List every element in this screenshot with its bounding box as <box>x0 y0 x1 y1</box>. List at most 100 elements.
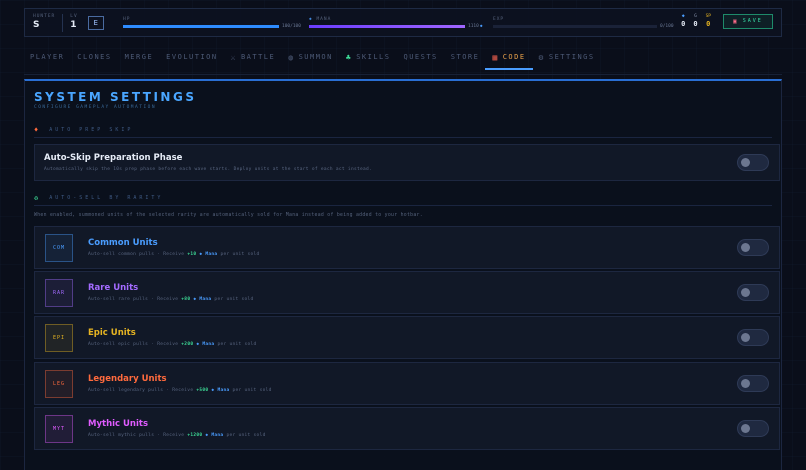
unit-desc: Auto-sell mythic pulls · Receive +1200 ◆… <box>88 433 266 438</box>
rarity-badge: EPI <box>45 324 73 352</box>
tab-label: PLAYER <box>30 53 65 61</box>
unit-desc: Auto-sell common pulls · Receive +10 ◆ M… <box>88 252 260 257</box>
tab-merge[interactable]: MERGE <box>125 47 154 67</box>
autosell-note: When enabled, summoned units of the sele… <box>34 213 423 218</box>
main-nav: PLAYER CLONES MERGE EVOLUTION ⚔ BATTLE ◍ S… <box>30 46 608 70</box>
gold-label: G <box>694 14 697 19</box>
recycle-icon: ♻ <box>34 194 42 202</box>
page-title: SYSTEM SETTINGS <box>34 90 197 104</box>
prep-skip-desc: Automatically skip the 10s prep phase be… <box>44 167 373 172</box>
tab-clones[interactable]: CLONES <box>77 47 111 67</box>
tab-code[interactable]: ▦ CODE <box>485 47 533 70</box>
unit-title: Epic Units <box>88 328 136 338</box>
rare-units-toggle[interactable] <box>737 284 769 301</box>
exp-track <box>493 25 657 28</box>
section-prep-header: ♦ AUTO PREP SKIP <box>34 126 133 134</box>
flame-icon: ♦ <box>34 126 42 134</box>
unit-desc: Auto-sell rare pulls · Receive +80 ◆ Man… <box>88 297 254 302</box>
unit-card-rare: RAR Rare Units Auto-sell rare pulls · Re… <box>34 271 780 314</box>
level-value: 1 <box>70 20 77 30</box>
resource-gems: ◆ 0 <box>681 13 685 29</box>
gem-icon: ◆ <box>681 13 685 19</box>
gold-value: 0 <box>693 20 698 28</box>
tab-player[interactable]: PLAYER <box>30 47 64 67</box>
unit-title: Legendary Units <box>88 374 167 384</box>
tab-summon[interactable]: ◍ SUMMON <box>288 47 333 67</box>
hp-bar: HP 100/100 <box>123 17 301 29</box>
mana-text: 1110 <box>468 24 479 29</box>
exp-text: 0/100 <box>660 24 674 29</box>
resource-gold: G 0 <box>693 13 697 29</box>
save-icon: ▣ <box>733 17 739 25</box>
leaf-icon: ♣ <box>345 52 353 62</box>
epic-units-toggle[interactable] <box>737 329 769 346</box>
save-label: SAVE <box>742 18 763 24</box>
tab-label: MERGE <box>124 53 154 61</box>
mana-icon: ◈ <box>309 17 313 22</box>
rarity-badge: LEG <box>45 370 73 398</box>
tab-skills[interactable]: ♣ SKILLS <box>346 47 391 67</box>
hp-text: 100/100 <box>282 24 301 29</box>
page-subtitle: CONFIGURE GAMEPLAY AUTOMATION <box>34 105 157 110</box>
gift-icon: ▦ <box>492 52 499 62</box>
hud-resources: ◆ 0 G 0 SP 0 ▣ SAVE <box>677 13 773 29</box>
unit-desc: Auto-sell legendary pulls · Receive +500… <box>88 388 272 393</box>
prep-skip-title: Auto-Skip Preparation Phase <box>44 153 183 163</box>
hp-track <box>123 25 279 28</box>
tab-label: STORE <box>450 53 480 61</box>
legendary-units-toggle[interactable] <box>737 375 769 392</box>
mana-bar: ◈ MANA 1110 ◆ <box>309 17 483 29</box>
gem-value: 0 <box>681 20 686 28</box>
section-prep-label: AUTO PREP SKIP <box>49 127 134 133</box>
mythic-units-toggle[interactable] <box>737 420 769 437</box>
save-button[interactable]: ▣ SAVE <box>723 13 773 29</box>
unit-title: Mythic Units <box>88 419 149 429</box>
tab-label: SETTINGS <box>548 53 595 61</box>
tab-label: SKILLS <box>356 53 391 61</box>
hunter-rank-block: HUNTER S <box>33 14 55 31</box>
hud-separator <box>62 13 64 32</box>
nav-divider <box>24 74 782 75</box>
prep-skip-card: Auto-Skip Preparation Phase Automaticall… <box>34 144 780 181</box>
hunter-rank: S <box>33 20 40 30</box>
tab-settings[interactable]: ⚙ SETTINGS <box>539 47 595 67</box>
tab-label: BATTLE <box>240 53 276 61</box>
rank-badge: E <box>87 15 104 30</box>
unit-card-legendary: LEG Legendary Units Auto-sell legendary … <box>34 362 780 405</box>
mana-track <box>309 25 465 28</box>
section-divider <box>34 137 772 138</box>
tab-label: EVOLUTION <box>166 53 218 61</box>
unit-card-epic: EPI Epic Units Auto-sell epic pulls · Re… <box>34 316 780 359</box>
orb-icon: ◍ <box>288 52 295 62</box>
section-autosell-header: ♻ AUTO-SELL BY RARITY <box>34 194 163 202</box>
tab-store[interactable]: STORE <box>451 47 480 67</box>
mana-label: MANA <box>316 17 332 22</box>
unit-title: Rare Units <box>88 283 139 293</box>
exp-bar: EXP 0/100 <box>493 17 674 29</box>
mana-icon: ◆ <box>205 433 209 438</box>
hp-fill <box>123 25 279 28</box>
tab-battle[interactable]: ⚔ BATTLE <box>231 47 276 67</box>
prep-skip-toggle[interactable] <box>737 154 769 171</box>
section-divider <box>34 205 772 206</box>
unit-card-common: COM Common Units Auto-sell common pulls … <box>34 226 780 269</box>
unit-card-mythic: MYT Mythic Units Auto-sell mythic pulls … <box>34 407 780 450</box>
mana-icon: ◆ <box>196 342 200 347</box>
hp-label: HP <box>123 17 131 22</box>
unit-title: Common Units <box>88 238 158 248</box>
top-hud: HUNTER S LV 1 E HP 100/100 ◈ MANA 1110 ◆… <box>24 8 782 37</box>
swords-icon: ⚔ <box>230 52 237 62</box>
gear-icon: ⚙ <box>538 52 545 62</box>
tab-quests[interactable]: QUESTS <box>403 47 437 67</box>
unit-desc: Auto-sell epic pulls · Receive +200 ◆ Ma… <box>88 342 257 347</box>
mana-icon: ◆ <box>199 252 203 257</box>
mana-fill <box>309 25 465 28</box>
settings-panel: SYSTEM SETTINGS CONFIGURE GAMEPLAY AUTOM… <box>24 79 782 470</box>
mana-icon: ◆ <box>193 297 197 302</box>
common-units-toggle[interactable] <box>737 239 769 256</box>
sp-label: SP <box>705 14 711 19</box>
tab-evolution[interactable]: EVOLUTION <box>166 47 217 67</box>
tab-label: QUESTS <box>403 53 438 61</box>
mana-diamond-icon: ◆ <box>479 24 483 29</box>
mana-label-row: ◈ MANA <box>309 17 483 24</box>
